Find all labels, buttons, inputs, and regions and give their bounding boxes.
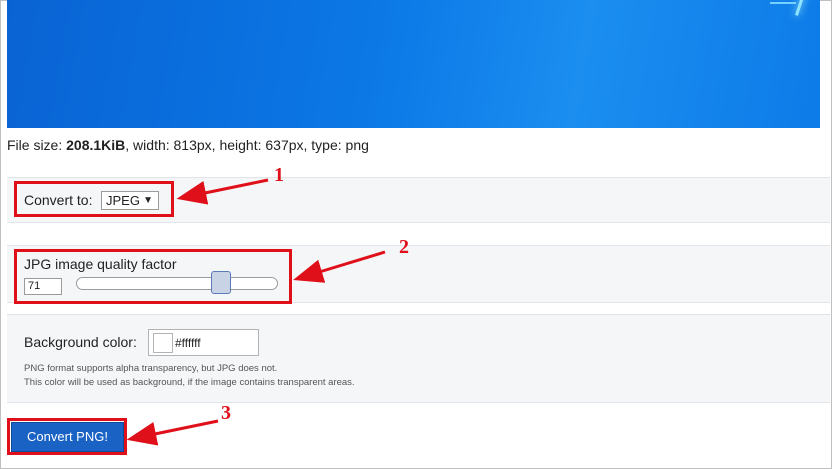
arrow-2: [293, 250, 386, 283]
step-number-3: 3: [221, 402, 231, 424]
annotation-arrows: [126, 178, 386, 446]
arrow-3: [126, 419, 219, 446]
step-number-2: 2: [399, 236, 409, 258]
arrow-1: [176, 178, 269, 205]
step-number-1: 1: [274, 164, 284, 186]
